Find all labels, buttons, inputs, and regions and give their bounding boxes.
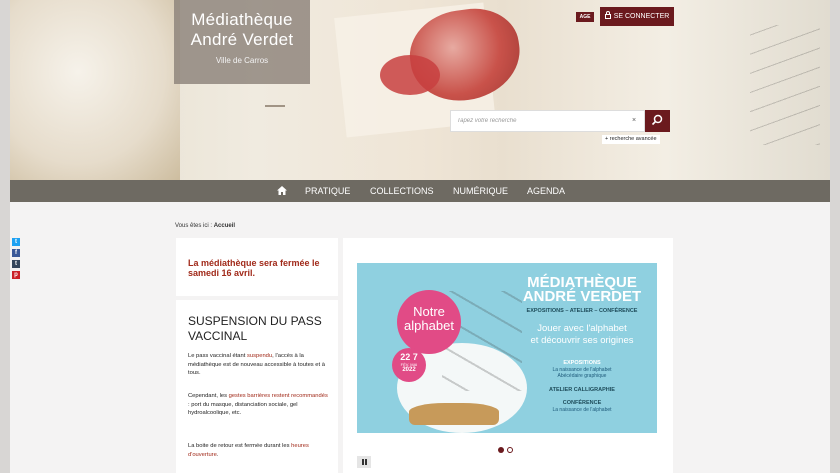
poster-atelier-title: ATELIER CALLIGRAPHIE	[549, 387, 615, 393]
poster-tagline-2: et découvrir ses origines	[530, 335, 634, 346]
tumblr-icon[interactable]: t	[12, 260, 20, 268]
poster-badge-line1: Notre	[413, 304, 445, 319]
facebook-icon[interactable]: f	[12, 249, 20, 257]
poster-tagline-1: Jouer avec l'alphabet	[537, 323, 627, 334]
closure-notice-text: La médiathèque sera fermée le samedi 16 …	[188, 258, 320, 278]
suspendu-link[interactable]: suspendu	[247, 353, 272, 359]
search-input[interactable]	[451, 111, 621, 131]
poster-badge-line2: alphabet	[404, 318, 454, 333]
nav-item-agenda[interactable]: AGENDA	[527, 180, 565, 202]
poster-title-line2: ANDRÉ VERDET	[522, 288, 642, 305]
pass-vaccinal-card: SUSPENSION DU PASS VACCINAL Le pass vacc…	[176, 300, 338, 473]
slider-pause-button[interactable]	[357, 456, 371, 468]
event-slider: Notre alphabet 22 7 FÉV. MAI 2022 MÉDIAT…	[343, 238, 673, 473]
home-icon[interactable]	[277, 186, 287, 195]
pass-vaccinal-paragraph-2: Cependant, les gestes barrières restent …	[188, 392, 328, 418]
breadcrumb-prefix: Vous êtes ici :	[175, 223, 213, 229]
nav-item-collections[interactable]: COLLECTIONS	[370, 180, 434, 202]
pass-vaccinal-title: SUSPENSION DU PASS VACCINAL	[188, 314, 322, 343]
browser-viewport: Médiathèque André Verdet Ville de Carros…	[0, 0, 840, 473]
search-button[interactable]	[645, 110, 670, 132]
paragraph-text: Le pass vaccinal étant	[188, 353, 247, 359]
main-nav: PRATIQUE COLLECTIONS NUMÉRIQUE AGENDA	[10, 180, 830, 202]
advanced-search-link[interactable]: + recherche avancée	[602, 135, 660, 144]
gestes-barrieres-link[interactable]: gestes barrières restent recommandés	[229, 393, 328, 399]
connect-label: SE CONNECTER	[613, 13, 670, 20]
header-banner	[10, 0, 830, 180]
logo-title-line1: Médiathèque	[191, 10, 293, 29]
pinterest-icon[interactable]: p	[12, 271, 20, 279]
paragraph-text: .	[216, 451, 219, 458]
banner-artwork-handwriting	[750, 25, 820, 145]
poster-conference-title: CONFÉRENCE	[562, 400, 602, 406]
twitter-icon[interactable]: t	[12, 238, 20, 246]
poster-expo-title: EXPOSITIONS	[563, 360, 601, 366]
slider-dot-2[interactable]	[507, 447, 513, 453]
nav-item-numerique[interactable]: NUMÉRIQUE	[453, 180, 508, 202]
paragraph-text: Cependant, les	[188, 393, 229, 399]
share-bar: t f t p	[12, 238, 20, 282]
clear-search-icon[interactable]: ×	[632, 117, 636, 125]
search-box: ×	[450, 110, 645, 132]
slide-poster-alphabet[interactable]: Notre alphabet 22 7 FÉV. MAI 2022 MÉDIAT…	[357, 263, 657, 433]
pass-vaccinal-paragraph-1: Le pass vaccinal étant suspendu, l'accès…	[188, 352, 328, 378]
poster-subtitle: EXPOSITIONS – ATELIER – CONFÉRENCE	[526, 308, 638, 314]
pass-vaccinal-paragraph-3: La boite de retour est fermée durant les…	[188, 442, 328, 459]
logo-subtitle: Ville de Carros	[215, 56, 269, 65]
poster-date-year: 2022	[402, 367, 416, 373]
age-button[interactable]: AGE	[576, 12, 594, 22]
paragraph-text: La boite de retour est fermée durant les	[188, 443, 292, 449]
poster-title-badge: Notre alphabet	[397, 290, 461, 354]
breadcrumb-current[interactable]: Accueil	[214, 223, 235, 229]
poster-expo-line2: Abécédaire graphique	[557, 373, 607, 379]
site-logo[interactable]: Médiathèque André Verdet Ville de Carros	[174, 0, 310, 84]
paragraph-text: : port du masque, distanciation sociale,…	[188, 401, 298, 417]
closure-notice-card: La médiathèque sera fermée le samedi 16 …	[176, 238, 338, 296]
poster-date-days: 22 7	[400, 352, 418, 362]
lock-icon	[604, 11, 611, 19]
poster-date-badge: 22 7 FÉV. MAI 2022	[392, 348, 426, 382]
banner-artwork-paper	[10, 0, 180, 180]
banner-artwork-red-shape-small	[380, 55, 440, 95]
connect-button[interactable]: SE CONNECTER	[600, 7, 674, 26]
slider-dot-1[interactable]	[498, 447, 504, 453]
banner-artwork-line	[265, 105, 285, 107]
search-icon	[651, 114, 663, 126]
logo-title-line2: André Verdet	[190, 30, 294, 49]
poster-illustration-book	[409, 403, 499, 425]
breadcrumb: Vous êtes ici : Accueil	[175, 223, 235, 229]
poster-conference-line: La naissance de l'alphabet	[552, 407, 612, 413]
nav-item-pratique[interactable]: PRATIQUE	[305, 180, 350, 202]
